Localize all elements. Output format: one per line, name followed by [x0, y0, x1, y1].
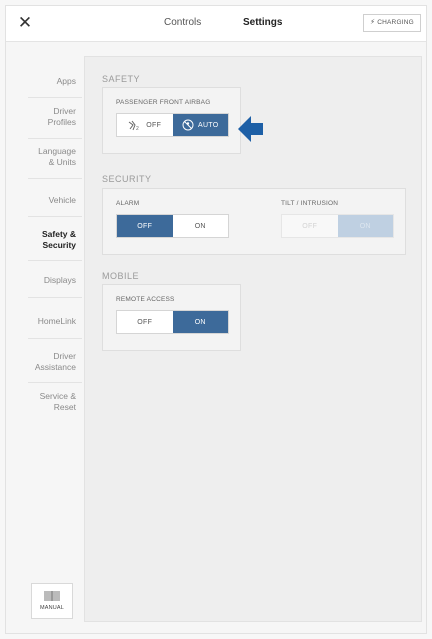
alarm-on-option[interactable]: ON	[173, 215, 229, 237]
settings-panel: SAFETY PASSENGER FRONT AIRBAG 2 OFF AUTO…	[84, 56, 422, 622]
mobile-section-title: MOBILE	[102, 271, 140, 281]
airbag-auto-option[interactable]: AUTO	[172, 114, 228, 136]
sidebar-divider	[28, 260, 82, 261]
airbag-off-icon: 2	[128, 120, 139, 131]
alarm-toggle: OFF ON	[116, 214, 229, 238]
airbag-auto-icon	[182, 119, 194, 131]
pointer-arrow-icon	[238, 116, 263, 142]
tilt-intrusion-label: TILT / INTRUSION	[281, 200, 339, 207]
top-bar: ✕ Controls Settings ⚡︎ CHARGING	[6, 6, 426, 42]
svg-text:2: 2	[136, 126, 139, 131]
sidebar-item-apps[interactable]: Apps	[20, 76, 82, 87]
airbag-label: PASSENGER FRONT AIRBAG	[116, 99, 211, 106]
security-card: ALARM OFF ON TILT / INTRUSION OFF ON	[102, 188, 406, 255]
sidebar-item-label: Safety & Security	[41, 229, 76, 250]
settings-sidebar: Apps Driver Profiles Language & Units Vehi…	[6, 42, 82, 629]
sidebar-item-service-reset[interactable]: Service & Reset	[20, 391, 82, 412]
tilt-off-option: OFF	[302, 222, 318, 230]
remote-off-option[interactable]: OFF	[117, 311, 173, 333]
tilt-intrusion-toggle: OFF ON	[281, 214, 394, 238]
sidebar-item-displays[interactable]: Displays	[20, 275, 82, 286]
sidebar-divider	[28, 338, 82, 339]
airbag-toggle: 2 OFF AUTO	[116, 113, 229, 137]
sidebar-divider	[28, 216, 82, 217]
tab-settings[interactable]: Settings	[243, 17, 282, 28]
sidebar-item-driver-assistance[interactable]: Driver Assistance	[20, 351, 82, 372]
sidebar-divider	[28, 178, 82, 179]
sidebar-divider	[28, 297, 82, 298]
sidebar-item-label: Language & Units	[38, 146, 76, 167]
tilt-on-option: ON	[337, 215, 393, 237]
manual-label: MANUAL	[39, 605, 65, 611]
sidebar-item-safety-security[interactable]: Safety & Security	[20, 229, 82, 250]
sidebar-divider	[28, 97, 82, 98]
manual-button[interactable]: MANUAL	[31, 583, 73, 619]
tab-controls[interactable]: Controls	[164, 17, 201, 28]
airbag-off-option[interactable]: 2 OFF	[117, 114, 173, 136]
airbag-auto-label: AUTO	[197, 121, 219, 129]
airbag-off-label: OFF	[146, 121, 162, 129]
settings-window: ✕ Controls Settings ⚡︎ CHARGING Apps Driv…	[5, 5, 427, 634]
close-icon[interactable]: ✕	[15, 13, 35, 33]
sidebar-item-label: Driver Profiles	[47, 106, 76, 127]
sidebar-item-vehicle[interactable]: Vehicle	[20, 195, 82, 206]
charging-button[interactable]: ⚡︎ CHARGING	[363, 14, 421, 32]
charging-label: CHARGING	[377, 19, 414, 26]
sidebar-item-homelink[interactable]: HomeLink	[20, 316, 82, 327]
safety-section-title: SAFETY	[102, 74, 141, 84]
sidebar-divider	[28, 382, 82, 383]
airbag-card: PASSENGER FRONT AIRBAG 2 OFF AUTO	[102, 87, 241, 154]
remote-access-label: REMOTE ACCESS	[116, 296, 175, 303]
remote-access-toggle: OFF ON	[116, 310, 229, 334]
sidebar-item-label: Driver Assistance	[34, 351, 76, 372]
remote-access-card: REMOTE ACCESS OFF ON	[102, 284, 241, 351]
lightning-bolt-icon: ⚡︎	[370, 19, 376, 26]
sidebar-item-language-units[interactable]: Language & Units	[20, 146, 82, 167]
sidebar-item-label: Service & Reset	[39, 391, 76, 412]
security-section-title: SECURITY	[102, 174, 152, 184]
alarm-label: ALARM	[116, 200, 140, 207]
alarm-off-option[interactable]: OFF	[117, 215, 173, 237]
sidebar-divider	[28, 138, 82, 139]
remote-on-option[interactable]: ON	[172, 311, 228, 333]
book-icon	[44, 591, 60, 601]
sidebar-item-driver-profiles[interactable]: Driver Profiles	[20, 106, 82, 127]
